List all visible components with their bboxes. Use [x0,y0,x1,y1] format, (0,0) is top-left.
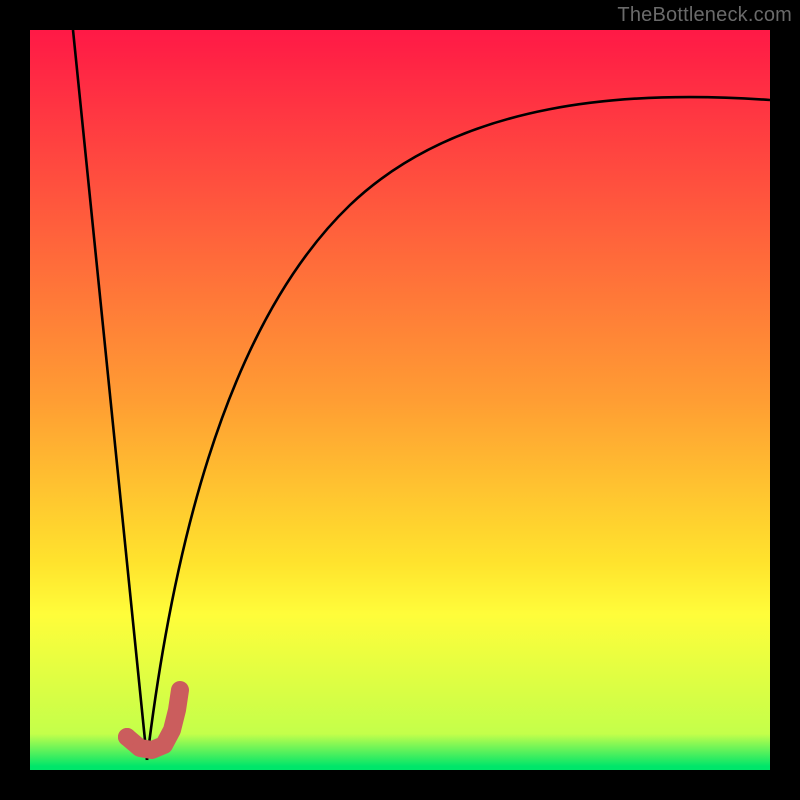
attribution-label: TheBottleneck.com [617,4,792,27]
marker-dot [118,728,136,746]
curve-left-branch [73,30,147,760]
plot-frame [30,30,770,770]
curve-right-branch [147,97,770,760]
plot-svg [30,30,770,770]
